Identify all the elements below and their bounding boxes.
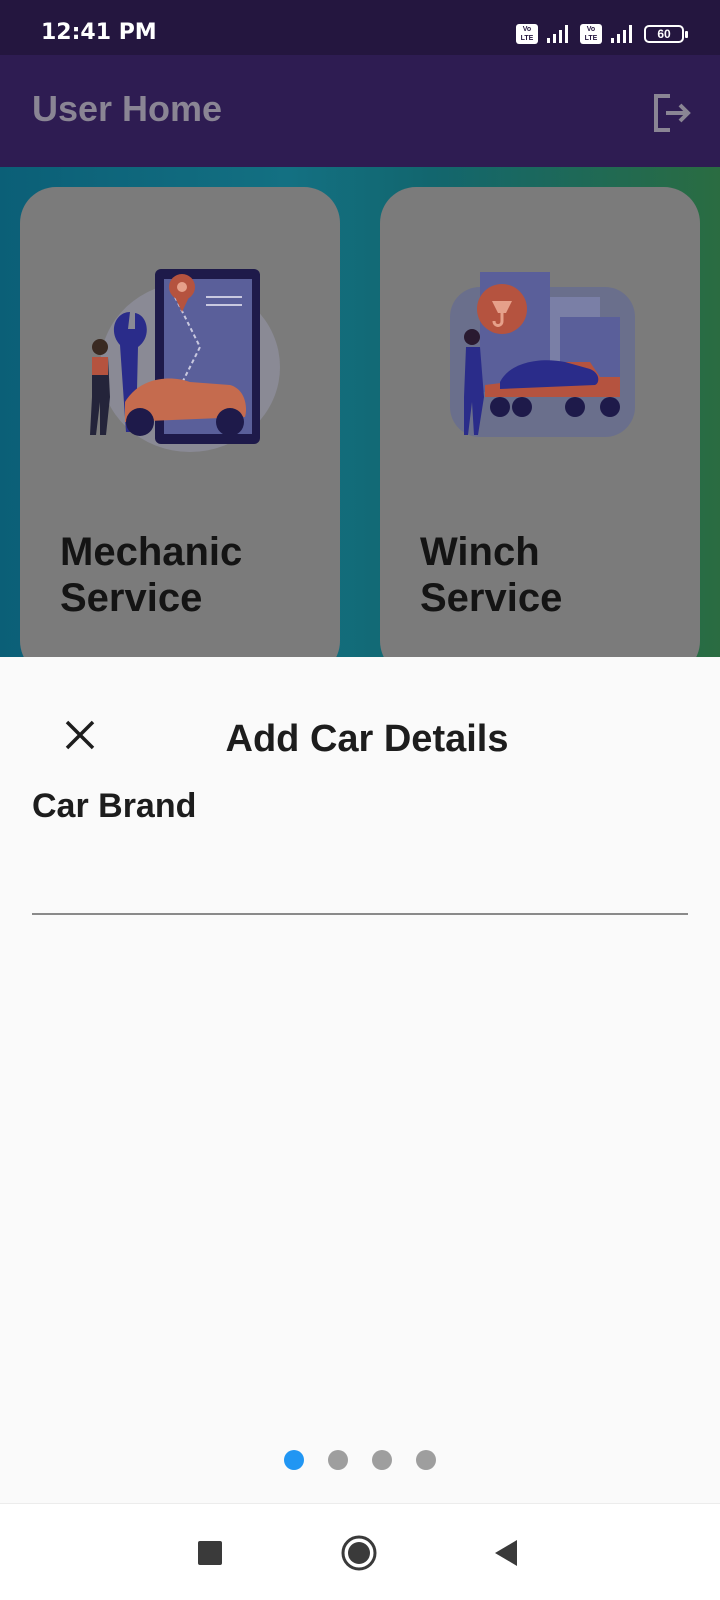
home-icon[interactable] [339,1533,379,1573]
logout-icon[interactable] [650,90,696,136]
winch-service-card[interactable]: Winch Service [380,187,700,657]
page-indicator [0,1450,720,1470]
status-icons: Vo LTE Vo LTE 60 [516,22,688,46]
status-bar: 12:41 PM Vo LTE Vo LTE 60 [0,0,720,55]
status-time: 12:41 PM [41,20,157,45]
page-dot-1 [284,1450,304,1470]
app-bar: User Home [0,55,720,167]
battery-level: 60 [657,27,671,41]
mechanic-service-title: Mechanic Service [60,530,243,620]
car-brand-label: Car Brand [32,787,197,825]
sheet-title: Add Car Details [225,718,509,760]
recents-icon[interactable] [190,1533,230,1573]
volte-icon: Vo LTE [580,24,602,44]
winch-service-title: Winch Service [420,530,563,620]
mechanic-illustration [90,269,280,452]
add-car-details-sheet: Add Car Details Car Brand [0,657,720,1503]
signal-icon [611,25,632,43]
system-nav-bar [0,1503,720,1600]
battery-icon: 60 [644,25,688,43]
page-title: User Home [32,88,223,129]
car-brand-input[interactable] [32,845,688,915]
page-dot-4 [416,1450,436,1470]
page-dot-3 [372,1450,392,1470]
mechanic-service-card[interactable]: Mechanic Service [20,187,340,657]
services-area: Mechanic Service Winch Service [0,167,720,657]
tow-truck-illustration [450,272,635,437]
back-icon[interactable] [487,1533,527,1573]
signal-icon [547,25,568,43]
volte-icon: Vo LTE [516,24,538,44]
page-dot-2 [328,1450,348,1470]
